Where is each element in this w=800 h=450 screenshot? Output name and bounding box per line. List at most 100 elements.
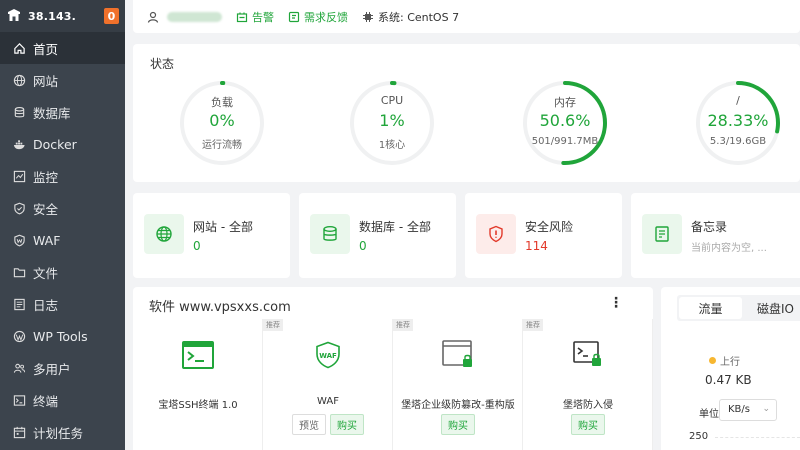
plugin-intrusion-prevention[interactable]: 推荐 堡塔防入侵 购买: [523, 319, 653, 450]
user-info[interactable]: [147, 11, 222, 23]
plugin-ssh-terminal[interactable]: 宝塔SSH终端 1.0: [133, 319, 263, 450]
unit-select-value: KB/s: [728, 404, 750, 415]
traffic-tabs: 流量 磁盘IO: [677, 295, 800, 321]
card-memo-name: 备忘录: [691, 220, 728, 234]
gauge-3[interactable]: / 28.33% 5.3/19.6GB: [693, 78, 783, 168]
recommend-tag: 推荐: [393, 319, 413, 331]
gauge-label: CPU: [380, 94, 404, 107]
gauge-0[interactable]: 负载 0% 运行流畅: [177, 78, 267, 168]
more-options-icon[interactable]: ⋮: [609, 295, 623, 311]
unit-label: 单位: [699, 409, 719, 420]
buy-button[interactable]: 购买: [330, 414, 364, 435]
plugin-intrusion-prevention-name: 堡塔防入侵: [563, 400, 613, 411]
sidebar-item-users[interactable]: 多用户: [0, 352, 125, 384]
memo-icon: [642, 214, 682, 254]
top-bar: 告警 需求反馈 系统: CentOS 7: [133, 0, 800, 33]
card-sites[interactable]: 网站 - 全部 0: [133, 193, 290, 278]
alert-link[interactable]: 告警: [236, 9, 274, 25]
sidebar-item-monitor[interactable]: 监控: [0, 160, 125, 192]
log-icon: [12, 297, 26, 311]
globe-icon: [12, 73, 26, 87]
terminal-icon: [12, 393, 26, 407]
gauge-2[interactable]: 内存 50.6% 501/991.7MB: [520, 78, 610, 168]
shield-icon: [12, 201, 26, 215]
gauge-label: /: [736, 94, 740, 107]
plugin-waf[interactable]: 推荐 WAF WAF 预览 购买: [263, 319, 393, 450]
sidebar-item-home[interactable]: 首页: [0, 32, 125, 64]
monitor-icon: [12, 169, 26, 183]
server-ip: 38.143.: [28, 9, 77, 23]
sidebar-item-folder[interactable]: 文件: [0, 256, 125, 288]
server-header[interactable]: 38.143. 0: [0, 0, 125, 32]
waf-shield-icon: WAF: [308, 335, 348, 375]
gauge-value: 28.33%: [707, 111, 769, 130]
card-sites-count[interactable]: 0: [193, 239, 201, 253]
feedback-label: 需求反馈: [304, 10, 348, 24]
sidebar-item-label: 网站: [33, 73, 59, 89]
buy-button[interactable]: 购买: [571, 414, 605, 435]
card-security-risk[interactable]: 安全风险 114: [465, 193, 622, 278]
plugin-tamper-proof[interactable]: 推荐 堡塔企业级防篡改-重构版 购买: [393, 319, 523, 450]
database-icon: [12, 105, 26, 119]
software-panel: 软件 www.vpsxxs.com ⋮ 宝塔SSH终端 1.0 推荐 WAF W…: [133, 287, 653, 450]
plugin-waf-buttons: 预览 购买: [263, 414, 393, 435]
sidebar-item-log[interactable]: 日志: [0, 288, 125, 320]
wordpress-icon: [12, 329, 26, 343]
sidebar-item-label: 终端: [33, 393, 59, 409]
plugin-waf-name: WAF: [317, 396, 339, 407]
sidebar-item-waf-shield[interactable]: WAF: [0, 224, 125, 256]
sidebar-item-label: 首页: [33, 41, 59, 57]
sidebar-item-globe[interactable]: 网站: [0, 64, 125, 96]
sidebar-item-label: 安全: [33, 201, 59, 217]
sidebar-item-label: 监控: [33, 169, 59, 185]
card-security-risk-name: 安全风险: [525, 220, 574, 234]
tab-disk-io[interactable]: 磁盘IO: [744, 295, 800, 321]
chip-icon: [363, 11, 373, 22]
plugin-tamper-proof-buttons: 购买: [393, 414, 523, 435]
card-sites-name: 网站 - 全部: [193, 220, 253, 234]
status-panel: 状态 负载 0% 运行流畅 CPU 1% 1核心 内存 50.6% 501/991.7MB / 28…: [133, 44, 800, 182]
y-axis-tick: 250: [689, 431, 709, 442]
card-security-risk-count[interactable]: 114: [525, 239, 548, 253]
browser-lock-icon: [438, 335, 478, 375]
gauge-label: 负载: [211, 96, 233, 109]
unit-select[interactable]: KB/s ⌄: [719, 399, 777, 421]
sidebar-item-wordpress[interactable]: WP Tools: [0, 320, 125, 352]
shield-alert-icon: [476, 214, 516, 254]
card-memo[interactable]: 备忘录 当前内容为空, ...: [631, 193, 800, 278]
sidebar-item-docker[interactable]: Docker: [0, 128, 125, 160]
gauge-sub: 1核心: [378, 140, 406, 151]
user-icon: [147, 11, 159, 23]
sidebar-item-label: WAF: [33, 232, 61, 248]
recommend-tag: 推荐: [523, 319, 543, 331]
preview-button[interactable]: 预览: [292, 414, 326, 435]
sidebar-item-terminal[interactable]: 终端: [0, 384, 125, 416]
buy-button[interactable]: 购买: [441, 414, 475, 435]
upload-dot-icon: [709, 357, 716, 364]
sidebar-item-label: 多用户: [33, 361, 71, 377]
sidebar-item-calendar[interactable]: 计划任务: [0, 416, 125, 448]
docker-icon: [12, 137, 26, 151]
card-databases[interactable]: 数据库 - 全部 0: [299, 193, 456, 278]
sidebar-item-label: 数据库: [33, 105, 71, 121]
gauge-1[interactable]: CPU 1% 1核心: [347, 78, 437, 168]
gauge-sub: 5.3/19.6GB: [709, 136, 767, 147]
terminal-lock-icon: [568, 335, 608, 375]
gauge-value: 1%: [379, 111, 405, 130]
system-info: 系统: CentOS 7: [362, 9, 459, 25]
tab-traffic[interactable]: 流量: [679, 297, 742, 319]
status-title: 状态: [150, 57, 175, 71]
sidebar-item-database[interactable]: 数据库: [0, 96, 125, 128]
plugin-tamper-proof-name: 堡塔企业级防篡改-重构版: [401, 400, 515, 411]
sidebar-item-shield[interactable]: 安全: [0, 192, 125, 224]
plugin-intrusion-prevention-buttons: 购买: [523, 414, 653, 435]
sidebar-item-label: 计划任务: [33, 425, 84, 441]
alert-label: 告警: [252, 10, 274, 24]
sidebar-item-label: 日志: [33, 297, 59, 313]
message-badge[interactable]: 0: [104, 8, 119, 24]
card-databases-count[interactable]: 0: [359, 239, 367, 253]
upload-label: 上行: [720, 357, 740, 368]
feedback-link[interactable]: 需求反馈: [288, 9, 348, 25]
sidebar-menu: 首页网站数据库 Docker 监控安全 WAF 文件日志 WP Tools 多用户终端计划任…: [0, 32, 125, 448]
gauge-label: 内存: [554, 96, 576, 109]
